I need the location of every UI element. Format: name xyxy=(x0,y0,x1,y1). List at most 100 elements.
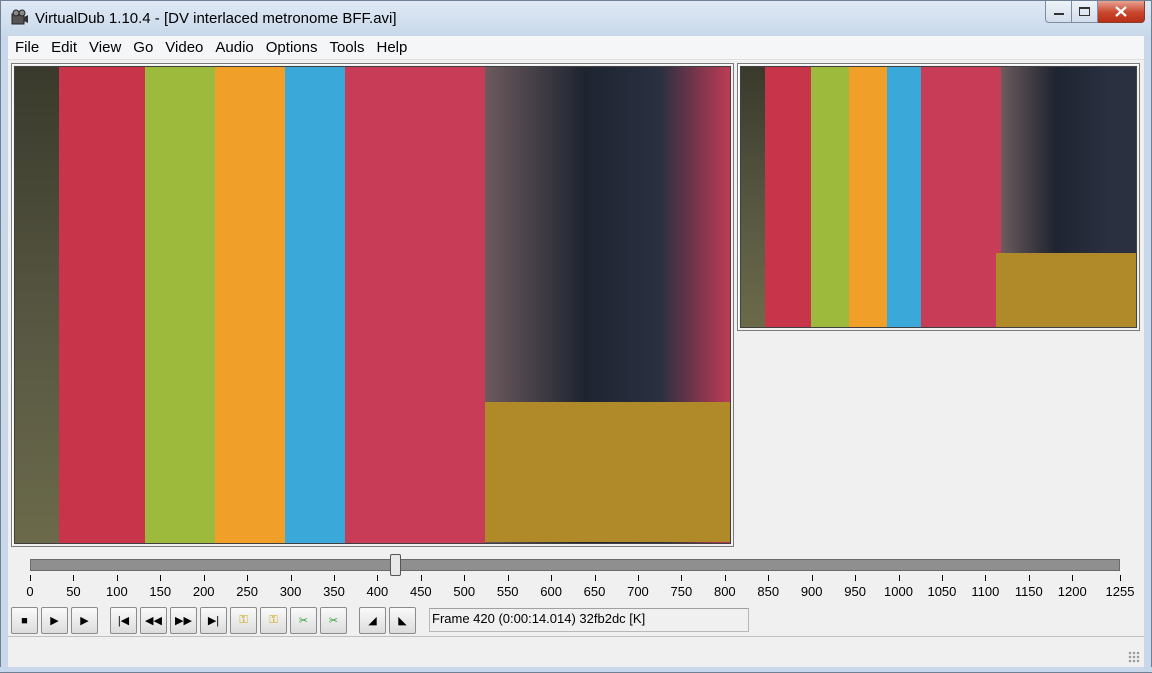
timeline-tick xyxy=(377,575,379,581)
timeline-tick-label: 100 xyxy=(105,584,128,599)
menu-video[interactable]: Video xyxy=(159,37,209,59)
menu-view[interactable]: View xyxy=(83,37,127,59)
next-scene-button[interactable]: ✂ xyxy=(320,607,347,634)
play-input-icon: ▶ xyxy=(50,615,59,627)
step-forward-button[interactable]: ▶▶ xyxy=(170,607,197,634)
timeline-tick xyxy=(420,575,422,581)
prev-scene-icon: ✂ xyxy=(298,615,309,627)
menu-go[interactable]: Go xyxy=(127,37,159,59)
timeline-tick xyxy=(594,575,596,581)
timeline-tick xyxy=(551,575,553,581)
timeline-tick xyxy=(203,575,205,581)
video-box-green xyxy=(145,67,225,543)
resize-grip-icon[interactable] xyxy=(1128,651,1140,663)
timeline-tick-label: 1100 xyxy=(971,584,1000,599)
timeline-tick xyxy=(724,575,726,581)
menu-edit[interactable]: Edit xyxy=(45,37,83,59)
output-video-pane[interactable] xyxy=(737,63,1140,331)
step-forward-icon: ▶▶ xyxy=(175,615,192,627)
timeline-tick xyxy=(681,575,683,581)
timeline-tick-label: 750 xyxy=(670,584,693,599)
go-end-icon: ▶| xyxy=(207,615,220,627)
prev-keyframe-button[interactable]: ⚿ xyxy=(230,607,257,634)
menu-help[interactable]: Help xyxy=(371,37,414,59)
play-output-button[interactable]: ▶ xyxy=(71,607,98,634)
timeline-tick-label: 350 xyxy=(323,584,345,599)
mark-out-button[interactable]: ◣ xyxy=(389,607,416,634)
timeline-tick-label: 200 xyxy=(192,584,215,599)
video-box-red xyxy=(765,67,815,327)
window-frame-right xyxy=(1144,36,1152,673)
play-output-icon: ▶ xyxy=(80,615,89,627)
window-frame-left xyxy=(0,36,8,673)
timeline-tick xyxy=(811,575,813,581)
timeline-tick-label: 900 xyxy=(800,584,823,599)
timeline-tick-label: 600 xyxy=(540,584,562,599)
timeline-tick xyxy=(290,575,292,581)
timeline-tick xyxy=(247,575,249,581)
timeline-tick xyxy=(73,575,75,581)
menu-options[interactable]: Options xyxy=(260,37,324,59)
timeline-tick xyxy=(855,575,857,581)
window-title: VirtualDub 1.10.4 - [DV interlaced metro… xyxy=(35,10,397,27)
title-bar[interactable]: VirtualDub 1.10.4 - [DV interlaced metro… xyxy=(0,0,1152,36)
timeline-tick-label: 450 xyxy=(409,584,432,599)
timeline-tick-label: 500 xyxy=(453,584,476,599)
next-keyframe-button[interactable]: ⚿ xyxy=(260,607,287,634)
mark-out-icon: ◣ xyxy=(398,615,407,627)
film-camera-icon[interactable] xyxy=(11,9,29,27)
menu-tools[interactable]: Tools xyxy=(323,37,370,59)
timeline-tick xyxy=(985,575,987,581)
close-icon xyxy=(1115,6,1127,17)
video-stand xyxy=(485,402,730,542)
video-box-maroon xyxy=(345,67,505,543)
menu-bar: File Edit View Go Video Audio Options To… xyxy=(8,36,1144,60)
timeline-tick xyxy=(941,575,943,581)
timeline-tick-label: 550 xyxy=(496,584,519,599)
timeline-tick xyxy=(637,575,639,581)
minimize-button[interactable] xyxy=(1045,1,1072,23)
stop-button[interactable]: ■ xyxy=(11,607,38,634)
video-stand xyxy=(996,253,1136,327)
timeline-tick xyxy=(30,575,31,581)
timeline-tick-label: 800 xyxy=(713,584,736,599)
timeline-tick xyxy=(1120,575,1121,581)
timeline-tick-label: 1200 xyxy=(1057,584,1087,599)
play-input-button[interactable]: ▶ xyxy=(41,607,68,634)
menu-audio[interactable]: Audio xyxy=(209,37,259,59)
video-box-orange xyxy=(215,67,295,543)
next-scene-icon: ✂ xyxy=(328,615,339,627)
timeline-tick xyxy=(768,575,770,581)
timeline-tick-label: 1000 xyxy=(884,584,913,599)
input-video-frame xyxy=(15,67,730,543)
timeline-tick xyxy=(898,575,900,581)
timeline-tick-label: 1050 xyxy=(927,584,957,599)
go-end-button[interactable]: ▶| xyxy=(200,607,227,634)
prev-keyframe-icon: ⚿ xyxy=(239,614,248,626)
status-bar xyxy=(8,636,1144,667)
timeline-tick xyxy=(1072,575,1074,581)
go-start-button[interactable]: |◀ xyxy=(110,607,137,634)
timeline-tick-label: 700 xyxy=(627,584,649,599)
timeline-tick-label: 850 xyxy=(757,584,780,599)
timeline-tick xyxy=(160,575,162,581)
input-video-pane[interactable] xyxy=(11,63,734,547)
timeline-tick-label: 150 xyxy=(149,584,172,599)
minimize-icon xyxy=(1053,12,1064,15)
timeline-track[interactable] xyxy=(30,559,1120,571)
timeline-tick-label: 50 xyxy=(66,584,81,599)
maximize-icon xyxy=(1079,7,1090,16)
timeline-tick-label: 400 xyxy=(366,584,389,599)
timeline-tick xyxy=(1028,575,1030,581)
menu-file[interactable]: File xyxy=(8,37,45,59)
prev-scene-button[interactable]: ✂ xyxy=(290,607,317,634)
timeline-thumb[interactable] xyxy=(389,554,401,576)
timeline-tick-label: 1150 xyxy=(1014,584,1043,599)
close-button[interactable] xyxy=(1098,1,1145,23)
timeline-tick xyxy=(116,575,118,581)
mark-in-button[interactable]: ◢ xyxy=(359,607,386,634)
step-back-icon: ◀◀ xyxy=(145,615,162,627)
maximize-button[interactable] xyxy=(1072,1,1098,23)
step-back-button[interactable]: ◀◀ xyxy=(140,607,167,634)
timeline-tick xyxy=(507,575,509,581)
